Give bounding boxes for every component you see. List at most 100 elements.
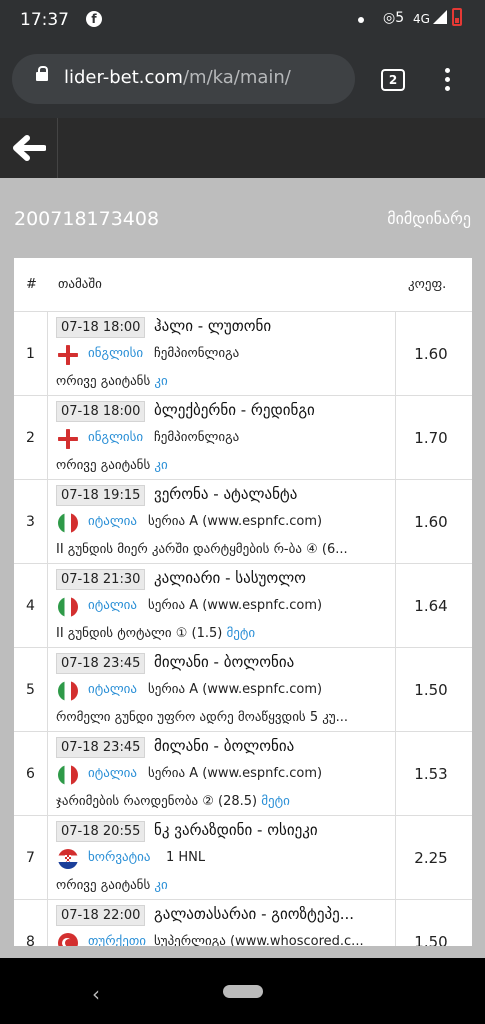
league-name: სერია A (www.espnfc.com) — [148, 514, 323, 529]
tab-switcher-button[interactable]: 2 — [381, 69, 405, 91]
england-flag-icon — [58, 429, 78, 449]
battery-icon — [452, 8, 462, 26]
odds-value: 1.50 — [414, 933, 448, 946]
match-name: ჰალი - ლუთონი — [154, 317, 272, 335]
row-number: 5 — [14, 648, 48, 732]
league-name: 1 HNL — [166, 850, 206, 865]
bet-description: რომელი გუნდი უფრო ადრე მოაწყვდის 5 კუ... — [56, 710, 349, 725]
bet-description: II გუნდის ტოტალი ① (1.5) მეტი — [56, 626, 391, 641]
bet-text: ორივე გაიტანს — [56, 458, 151, 473]
ticket-id: 200718173408 — [14, 208, 160, 230]
url-text[interactable]: lider-bet.com/m/ka/main/ — [64, 67, 291, 88]
odds-value: 1.70 — [414, 429, 448, 447]
table-row[interactable]: 6 07-18 23:45 მილანი - ბოლონია იტალია სე… — [14, 732, 472, 816]
league-name: ჩემპიონლიგა — [154, 430, 240, 445]
match-name: გალათასარაი - გიოზტეპე... — [154, 905, 355, 923]
bet-description: ჯარიმების რაოდენობა ② (28.5) მეტი — [56, 794, 391, 809]
match-date: 07-18 22:00 — [56, 905, 146, 926]
system-nav-bar: ‹ — [0, 958, 485, 1024]
app-header — [0, 118, 485, 178]
row-number: 1 — [14, 312, 48, 396]
italy-flag-icon — [58, 765, 78, 785]
country-link[interactable]: იტალია — [88, 682, 137, 697]
league-name: ჩემპიონლიგა — [154, 346, 240, 361]
table-row[interactable]: 2 07-18 18:00 ბლექბერნი - რედინგი ინგლის… — [14, 396, 472, 480]
country-link[interactable]: იტალია — [88, 766, 137, 781]
game-cell: 07-18 22:00 გალათასარაი - გიოზტეპე... თუ… — [48, 900, 396, 946]
country-link[interactable]: იტალია — [88, 514, 137, 529]
match-name: მილანი - ბოლონია — [154, 653, 295, 671]
status-bar: 17:37 f ◎5 4G — [0, 0, 485, 40]
game-cell: 07-18 18:00 ბლექბერნი - რედინგი ინგლისი … — [48, 396, 396, 480]
bet-link[interactable]: მეტი — [261, 794, 290, 809]
turkey-flag-icon — [58, 933, 78, 946]
bet-description: ორივე გაიტანს კი — [56, 878, 391, 893]
match-date: 07-18 23:45 — [56, 737, 146, 758]
column-header-odds: კოეფ. — [408, 277, 447, 292]
league-name: სერია A (www.espnfc.com) — [148, 766, 323, 781]
country-link[interactable]: ინგლისი — [88, 346, 143, 361]
game-cell: 07-18 21:30 კალიარი - სასუოლო იტალია სერ… — [48, 564, 396, 648]
table-row[interactable]: 1 07-18 18:00 ჰალი - ლუთონი ინგლისი ჩემპ… — [14, 312, 472, 396]
bet-link[interactable]: მეტი — [227, 626, 256, 641]
bet-text: ორივე გაიტანს — [56, 878, 151, 893]
country-link[interactable]: იტალია — [88, 598, 137, 613]
match-date: 07-18 23:45 — [56, 653, 146, 674]
home-pill-icon[interactable] — [223, 985, 263, 998]
italy-flag-icon — [58, 597, 78, 617]
column-header-game: თამაში — [58, 277, 102, 292]
row-number: 6 — [14, 732, 48, 816]
match-date: 07-18 18:00 — [56, 401, 146, 422]
ticket-status: მიმდინარე — [387, 209, 471, 228]
bet-description: ორივე გაიტანს კი — [56, 374, 391, 389]
bet-link[interactable]: კი — [154, 374, 167, 389]
bet-link[interactable]: კი — [154, 458, 167, 473]
match-name: ბლექბერნი - რედინგი — [154, 401, 315, 419]
league-name: სუპერლიგა (www.whoscored.c... — [154, 934, 364, 946]
hotspot-icon: ◎5 — [383, 10, 405, 26]
match-name: ნკ ვარაზდინი - ოსიეკი — [154, 821, 318, 839]
bets-table: # თამაში კოეფ. 1 07-18 18:00 ჰალი - ლუთო… — [14, 258, 472, 946]
row-number: 2 — [14, 396, 48, 480]
league-name: სერია A (www.espnfc.com) — [148, 682, 323, 697]
facebook-icon: f — [86, 11, 102, 27]
table-row[interactable]: 7 07-18 20:55 ნკ ვარაზდინი - ოსიეკი ხორვ… — [14, 816, 472, 900]
network-type: 4G — [413, 12, 430, 26]
notification-dot-icon — [358, 17, 364, 23]
more-menu-icon[interactable] — [440, 68, 454, 92]
row-number: 8 — [14, 900, 48, 946]
table-row[interactable]: 5 07-18 23:45 მილანი - ბოლონია იტალია სე… — [14, 648, 472, 732]
table-row[interactable]: 8 07-18 22:00 გალათასარაი - გიოზტეპე... … — [14, 900, 472, 946]
odds-value: 1.64 — [414, 597, 448, 615]
country-link[interactable]: თურქეთი — [88, 934, 146, 946]
arrow-left-icon — [13, 135, 46, 161]
column-header-num: # — [26, 277, 37, 292]
bet-link[interactable]: კი — [154, 878, 167, 893]
status-time: 17:37 — [20, 10, 69, 30]
match-name: ვერონა - ატალანტა — [154, 485, 298, 503]
row-number: 7 — [14, 816, 48, 900]
row-number: 3 — [14, 480, 48, 564]
table-row[interactable]: 3 07-18 19:15 ვერონა - ატალანტა იტალია ს… — [14, 480, 472, 564]
nav-back-icon[interactable]: ‹ — [92, 982, 100, 1006]
bet-text: ჯარიმების რაოდენობა ② (28.5) — [56, 794, 262, 809]
odds-value: 2.25 — [414, 849, 448, 867]
country-link[interactable]: ინგლისი — [88, 430, 143, 445]
table-row[interactable]: 4 07-18 21:30 კალიარი - სასუოლო იტალია ს… — [14, 564, 472, 648]
match-date: 07-18 20:55 — [56, 821, 146, 842]
match-name: კალიარი - სასუოლო — [154, 569, 306, 587]
game-cell: 07-18 23:45 მილანი - ბოლონია იტალია სერი… — [48, 732, 396, 816]
lock-icon — [36, 66, 48, 81]
address-bar[interactable]: lider-bet.com/m/ka/main/ — [12, 54, 355, 104]
bet-text: ორივე გაიტანს — [56, 374, 151, 389]
game-cell: 07-18 18:00 ჰალი - ლუთონი ინგლისი ჩემპიო… — [48, 312, 396, 396]
url-domain: lider-bet.com — [64, 67, 183, 88]
country-link[interactable]: ხორვატია — [88, 850, 150, 865]
row-number: 4 — [14, 564, 48, 648]
back-button[interactable] — [0, 118, 58, 178]
bet-description: ორივე გაიტანს კი — [56, 458, 391, 473]
game-cell: 07-18 23:45 მილანი - ბოლონია იტალია სერი… — [48, 648, 396, 732]
signal-icon — [433, 10, 447, 24]
odds-value: 1.60 — [414, 345, 448, 363]
url-path: /m/ka/main/ — [182, 67, 291, 88]
